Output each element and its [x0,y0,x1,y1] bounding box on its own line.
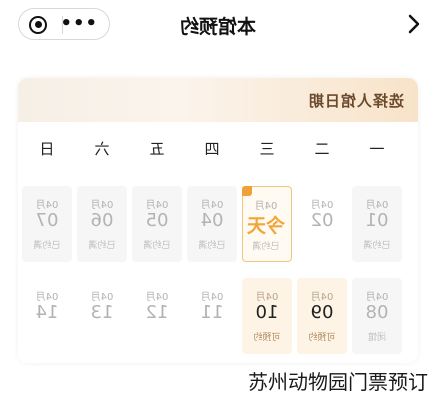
date-day: 今天 [247,215,286,237]
date-month: 04月 [365,292,389,303]
weekday-sun: 日 [39,140,55,158]
weekday-thu: 四 [204,140,220,158]
date-cell-0406: 04月 06 已约满 [77,186,127,262]
date-day: 13 [90,302,114,323]
capsule-divider [62,16,63,34]
date-cell-0409[interactable]: 04月 09 可预约 [297,278,347,354]
date-picker-card: 选择人馆日期 一 二 三 四 五 六 日 04月 01 已约满 04月 02 0… [18,78,418,363]
date-status: 闭馆 [368,333,387,343]
date-cell-0401: 04月 01 已约满 [352,186,402,262]
date-month: 04月 [35,200,59,211]
date-month: 04月 [255,292,279,303]
date-day: 01 [365,210,389,231]
date-day: 05 [145,210,169,231]
weekday-tue: 二 [314,140,330,158]
date-status: 已约满 [33,241,61,251]
date-day: 06 [90,210,114,231]
date-status: 已约满 [198,241,226,251]
date-status: 已约满 [143,241,171,251]
date-status: 可预约 [308,333,336,343]
weekday-sat: 六 [94,140,110,158]
date-month: 04月 [200,292,224,303]
date-month: 04月 [35,292,59,303]
date-month: 04月 [310,292,334,303]
date-cell-0405: 04月 05 已约满 [132,186,182,262]
date-status: 已约满 [363,241,391,251]
top-bar: 本馆预约 ••• [0,0,436,50]
date-cell-0412: 04月 12 [132,278,182,354]
date-cell-0414: 04月 14 [22,278,72,354]
date-day: 04 [200,210,224,231]
date-day: 09 [310,302,334,323]
more-options-icon[interactable]: ••• [59,13,97,34]
date-status: 已约满 [88,241,116,251]
date-picker-title: 选择人馆日期 [307,92,404,110]
mini-program-capsule: ••• [18,8,110,40]
today-corner-marker [242,186,252,196]
date-cell-0404: 04月 04 已约满 [187,186,237,262]
watermark-caption: 苏州动物园门票预订 [246,366,430,395]
date-day: 02 [310,210,334,231]
date-cell-0407: 04月 07 已约满 [22,186,72,262]
date-month: 04月 [90,200,114,211]
date-picker-header: 选择人馆日期 [18,78,418,122]
date-month: 04月 [254,201,278,212]
close-target-icon[interactable] [29,16,47,34]
weekday-wed: 三 [259,140,275,158]
date-cell-0413: 04月 13 [77,278,127,354]
date-status: 可预约 [253,333,281,343]
date-month: 04月 [365,200,389,211]
date-day: 10 [255,302,279,323]
date-day: 14 [35,302,59,323]
date-month: 04月 [145,200,169,211]
date-status: 已约满 [252,242,280,252]
date-day: 07 [35,210,59,231]
date-day: 08 [365,302,389,323]
mirrored-app-screen: 本馆预约 ••• 选择人馆日期 一 二 三 四 五 六 日 04月 01 已约满… [0,0,436,400]
date-cell-0408: 04月 08 闭馆 [352,278,402,354]
date-month: 04月 [310,200,334,211]
date-day: 12 [145,302,169,323]
date-cell-today[interactable]: 04月 今天 已约满 [242,186,292,262]
date-day: 11 [200,302,224,323]
date-cell-0411: 04月 11 [187,278,237,354]
weekday-mon: 一 [369,140,385,158]
date-cell-0410[interactable]: 04月 10 可预约 [242,278,292,354]
weekday-row: 一 二 三 四 五 六 日 [22,138,402,162]
date-month: 04月 [200,200,224,211]
date-cell-0402: 04月 02 [297,186,347,262]
weekday-fri: 五 [149,140,165,158]
date-month: 04月 [145,292,169,303]
date-month: 04月 [90,292,114,303]
